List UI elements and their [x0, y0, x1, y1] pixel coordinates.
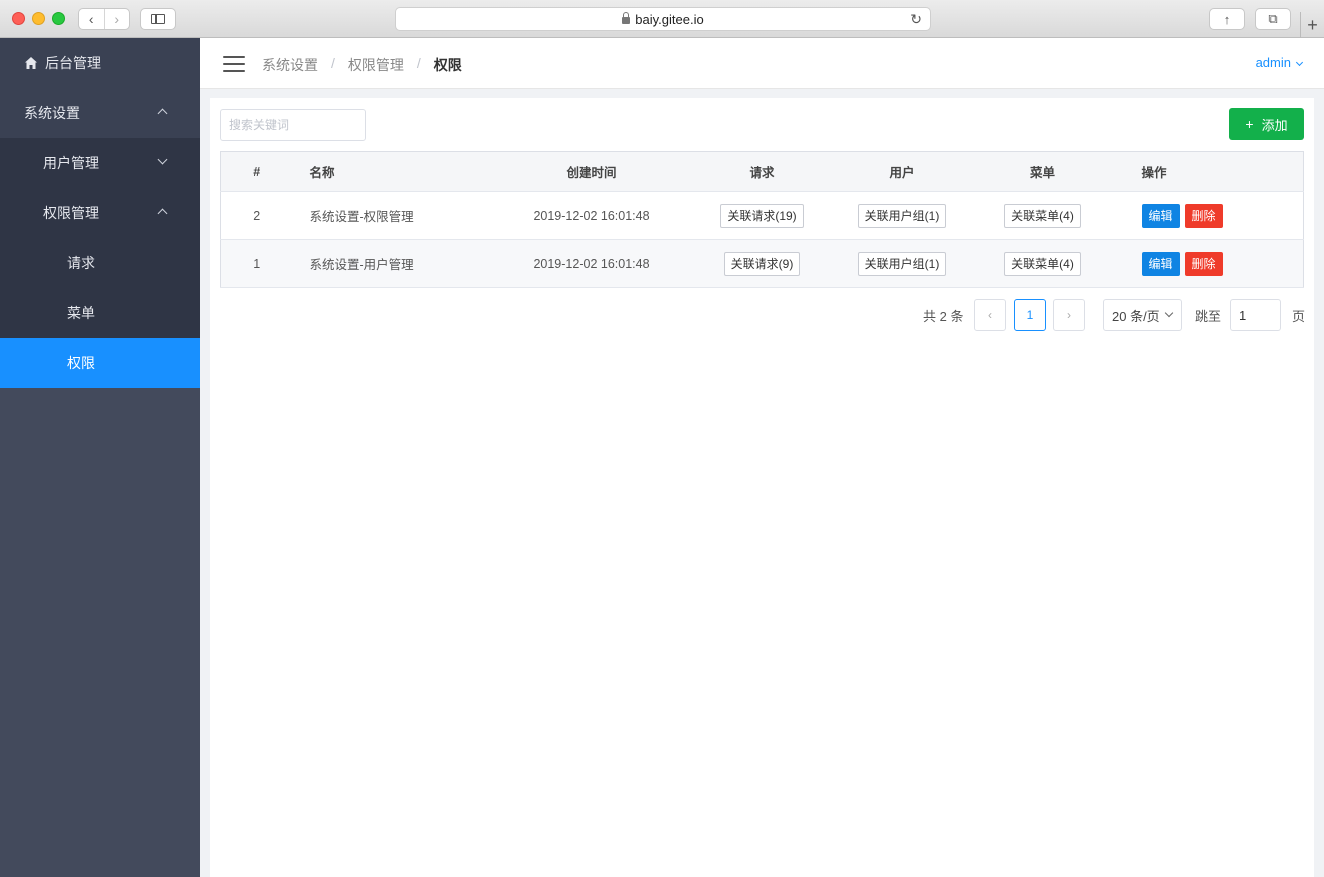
column-header: 菜单 [960, 151, 1125, 192]
sidebar-icon [151, 14, 165, 24]
sidebar: 后台管理 系统设置 用户管理 权限管理 请求 菜单 权限 [0, 38, 200, 877]
sidebar-item-user-management[interactable]: 用户管理 [0, 138, 200, 188]
column-header: 操作 [1124, 151, 1304, 192]
plus-icon: + [1245, 116, 1254, 132]
row-name: 系统设置-用户管理 [292, 239, 503, 288]
breadcrumb-current: 权限 [433, 57, 462, 73]
column-header: 请求 [680, 151, 844, 192]
page-suffix-label: 页 [1292, 308, 1306, 324]
row-actions: 编辑 删除 [1124, 191, 1304, 240]
chevron-down-icon [1164, 308, 1173, 318]
table-row: 1 系统设置-用户管理 2019-12-02 16:01:48 关联请求(9) … [220, 239, 1304, 288]
home-icon [25, 57, 37, 69]
breadcrumb-separator: / [331, 55, 335, 71]
add-button-label: 添加 [1261, 117, 1288, 133]
table-header-row: # 名称 创建时间 请求 用户 菜单 操作 [220, 151, 1304, 192]
sidebar-item-label: 权限 [67, 355, 95, 371]
row-request-cell: 关联请求(9) [680, 239, 844, 288]
jump-label: 跳至 [1195, 308, 1222, 324]
breadcrumb-item[interactable]: 权限管理 [348, 55, 404, 75]
close-window-button[interactable] [12, 12, 25, 25]
row-user-cell: 关联用户组(1) [843, 191, 961, 240]
row-id: 1 [220, 239, 293, 288]
sidebar-item-label: 请求 [67, 255, 95, 271]
permissions-table: # 名称 创建时间 请求 用户 菜单 操作 2 系统设置-权限管理 2019-1… [220, 151, 1304, 288]
row-name: 系统设置-权限管理 [292, 191, 503, 240]
chevron-left-icon[interactable]: ‹ [79, 9, 104, 29]
breadcrumb: 系统设置 / 权限管理 / 权限 [262, 55, 462, 75]
sidebar-item-label: 用户管理 [43, 155, 99, 171]
breadcrumb-separator: / [416, 55, 421, 71]
related-user-groups-button[interactable]: 关联用户组(1) [857, 251, 947, 276]
column-header: # [220, 151, 293, 192]
sidebar-item-permission-management[interactable]: 权限管理 [0, 188, 200, 238]
sidebar-item-permissions[interactable]: 权限 [0, 338, 200, 388]
add-button[interactable]: + 添加 [1229, 108, 1304, 140]
table-row: 2 系统设置-权限管理 2019-12-02 16:01:48 关联请求(19)… [220, 191, 1304, 240]
related-menus-button[interactable]: 关联菜单(4) [1004, 203, 1081, 228]
related-requests-button[interactable]: 关联请求(9) [723, 251, 801, 276]
delete-button[interactable]: 删除 [1184, 203, 1223, 228]
chevron-down-icon [1295, 58, 1304, 67]
row-request-cell: 关联请求(19) [680, 191, 844, 240]
row-actions: 编辑 删除 [1124, 239, 1304, 288]
plus-icon[interactable]: + [1300, 12, 1324, 38]
sidebar-item-label: 菜单 [67, 305, 95, 321]
row-user-cell: 关联用户组(1) [843, 239, 961, 288]
share-icon[interactable]: ↑ [1209, 8, 1245, 30]
sidebar-item-requests[interactable]: 请求 [0, 238, 200, 288]
chevron-up-icon [157, 208, 168, 219]
column-header: 用户 [843, 151, 961, 192]
sidebar-toggle-button[interactable] [140, 8, 176, 30]
edit-button[interactable]: 编辑 [1141, 251, 1180, 276]
zoom-window-button[interactable] [52, 12, 65, 25]
related-menus-button[interactable]: 关联菜单(4) [1004, 251, 1081, 276]
page-number-button[interactable]: 1 [1014, 299, 1046, 331]
search-input[interactable] [220, 109, 366, 141]
top-header: 系统设置 / 权限管理 / 权限 admin [200, 38, 1324, 89]
chevron-up-icon [157, 108, 168, 119]
prev-page-button[interactable]: ‹ [974, 299, 1006, 331]
related-user-groups-button[interactable]: 关联用户组(1) [857, 203, 947, 228]
page-size-value: 20 条/页 [1112, 308, 1160, 324]
user-menu[interactable]: admin [1255, 55, 1304, 70]
sidebar-item-label: 系统设置 [24, 105, 80, 121]
column-header: 创建时间 [502, 151, 681, 192]
page-jump-input[interactable] [1230, 299, 1281, 331]
hamburger-menu-icon[interactable] [223, 56, 245, 72]
browser-toolbar: ‹ › baiy.gitee.io ↻ ↑ ⧉ + [0, 0, 1324, 38]
minimize-window-button[interactable] [32, 12, 45, 25]
chevron-left-icon: ‹ [988, 308, 992, 322]
lock-icon [622, 11, 631, 24]
edit-button[interactable]: 编辑 [1141, 203, 1180, 228]
url-text: baiy.gitee.io [635, 11, 704, 27]
sidebar-item-label: 权限管理 [43, 205, 99, 221]
tabs-icon[interactable]: ⧉ [1255, 8, 1291, 30]
sidebar-item-dashboard[interactable]: 后台管理 [0, 38, 200, 88]
breadcrumb-item[interactable]: 系统设置 [262, 55, 318, 75]
row-id: 2 [220, 191, 293, 240]
delete-button[interactable]: 删除 [1184, 251, 1223, 276]
username: admin [1255, 55, 1291, 70]
address-bar[interactable]: baiy.gitee.io ↻ [395, 7, 931, 31]
sidebar-item-system-settings[interactable]: 系统设置 [0, 88, 200, 138]
chevron-right-icon: › [1067, 308, 1071, 322]
row-created: 2019-12-02 16:01:48 [502, 191, 681, 240]
sidebar-item-menus[interactable]: 菜单 [0, 288, 200, 338]
next-page-button[interactable]: › [1053, 299, 1085, 331]
page-size-select[interactable]: 20 条/页 [1103, 299, 1182, 331]
chevron-down-icon [157, 154, 168, 165]
row-menu-cell: 关联菜单(4) [960, 239, 1125, 288]
sidebar-item-label: 后台管理 [45, 55, 101, 71]
chevron-right-icon[interactable]: › [103, 9, 130, 29]
related-requests-button[interactable]: 关联请求(19) [720, 203, 804, 228]
reload-icon[interactable]: ↻ [910, 11, 922, 28]
column-header: 名称 [292, 151, 503, 192]
row-menu-cell: 关联菜单(4) [960, 191, 1125, 240]
history-nav: ‹ › [78, 8, 130, 30]
row-created: 2019-12-02 16:01:48 [502, 239, 681, 288]
pagination-total: 共 2 条 [923, 308, 964, 324]
